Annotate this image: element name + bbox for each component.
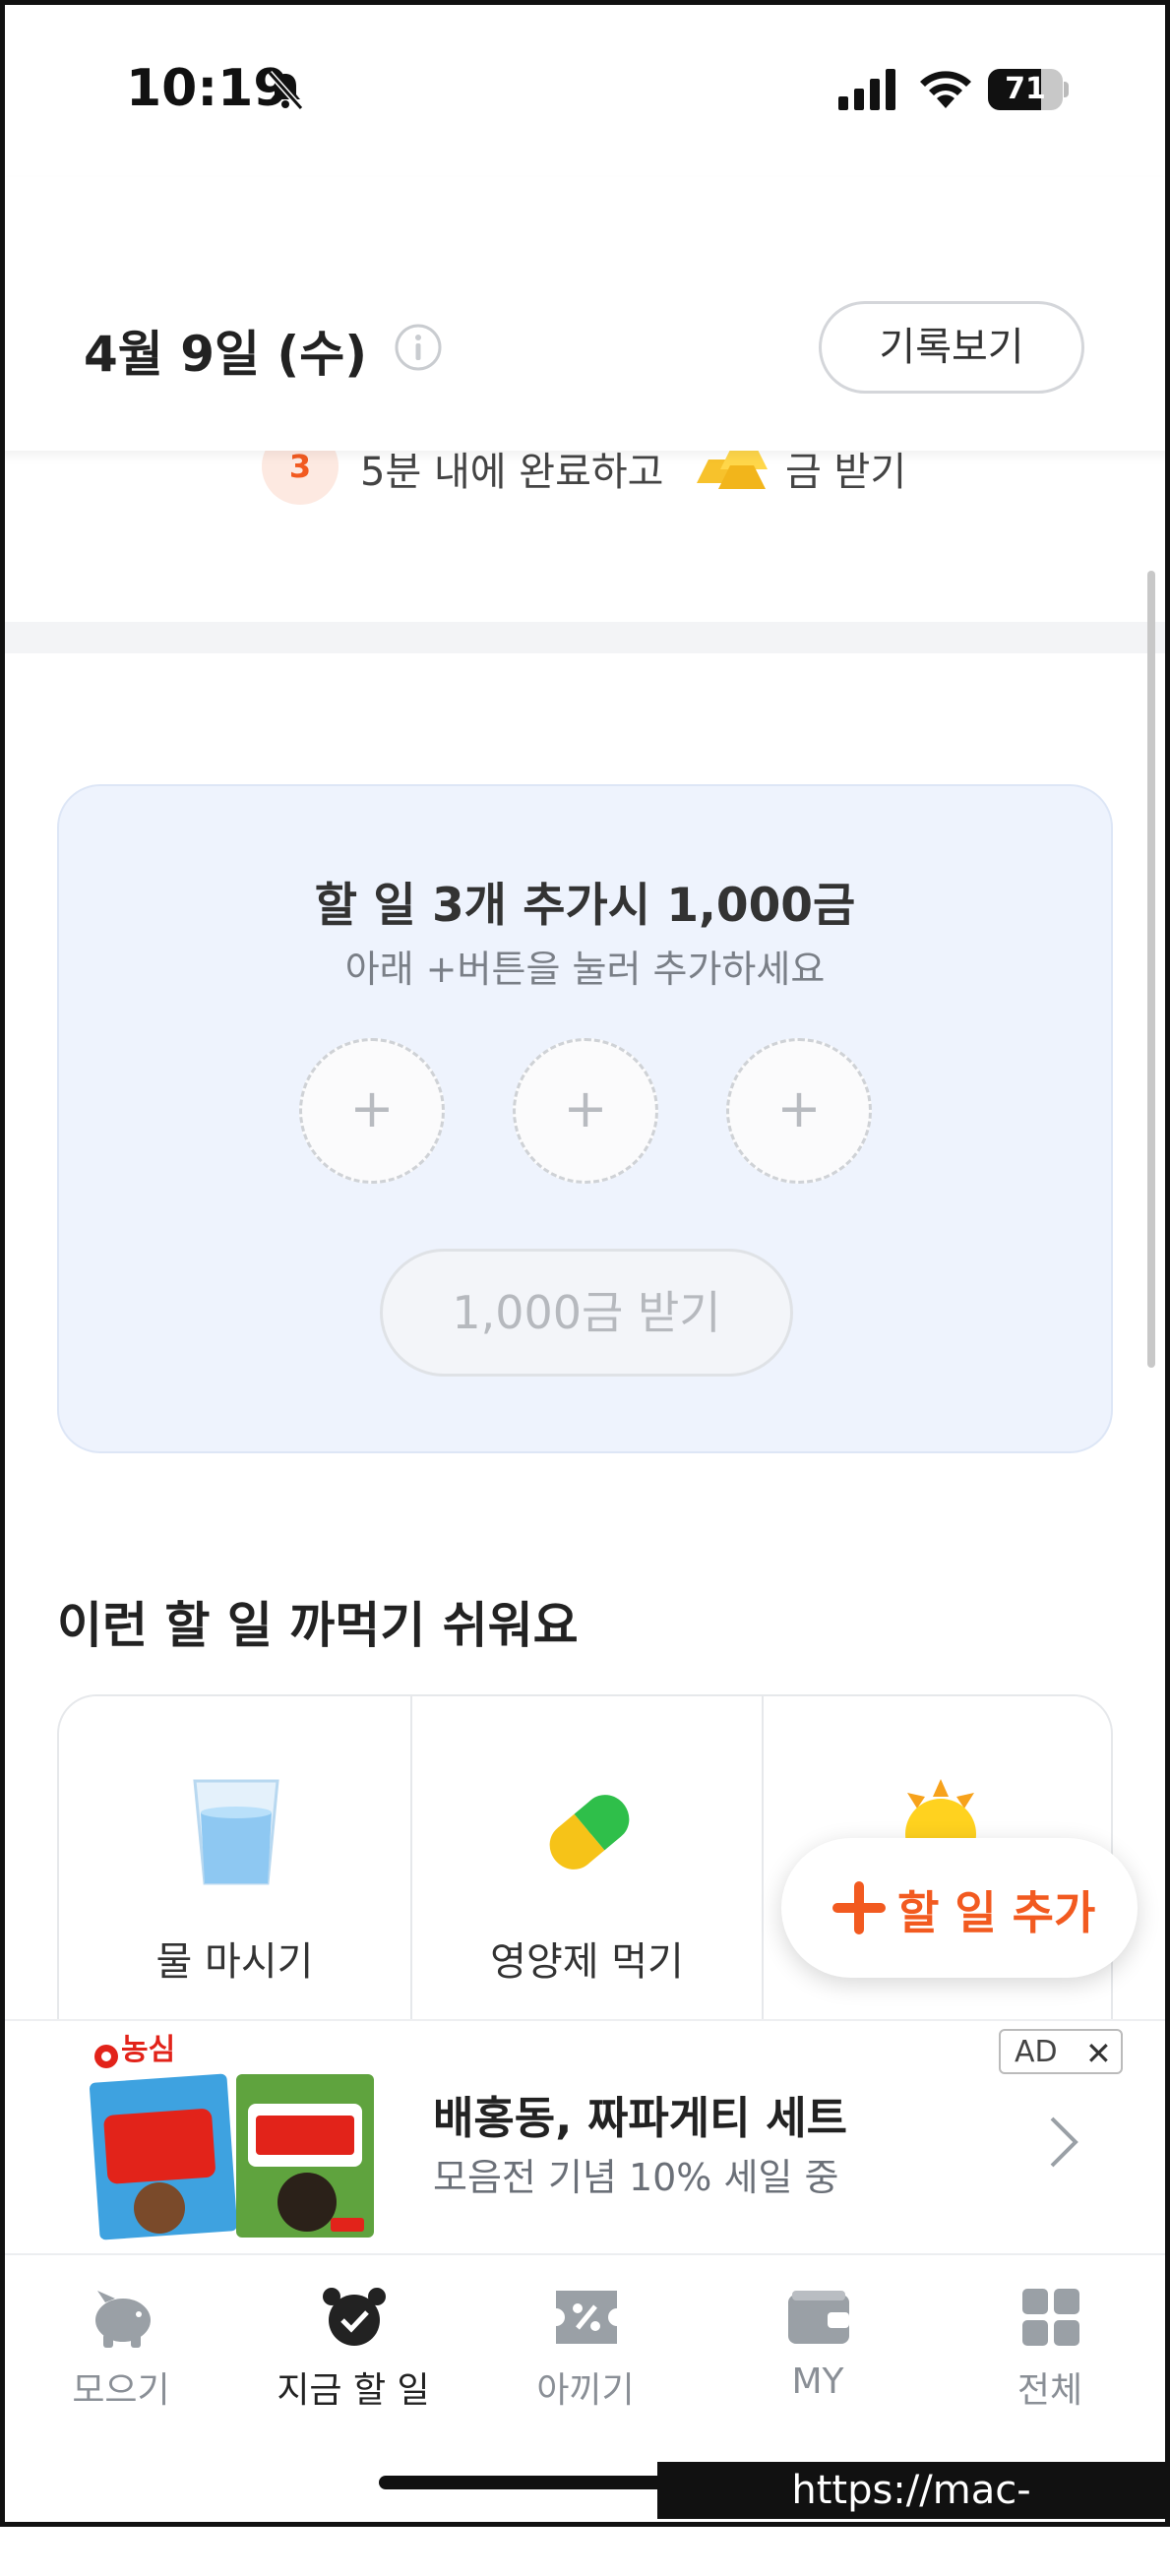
info-icon[interactable] [394,323,443,372]
battery-icon: 71 [988,69,1069,110]
chevron-right-icon[interactable] [1046,2115,1081,2170]
water-glass-icon [193,1779,279,1885]
add-todo-fab[interactable]: 할 일 추가 [781,1838,1138,1978]
page-header: 4월 9일 (수) 기록보기 [0,177,1170,451]
coupon-percent-icon [556,2291,617,2344]
ad-title: 배홍동, 짜파게티 세트 [433,2092,848,2144]
task-item-supplement[interactable]: 영양제 먹기 [410,1696,762,2019]
task-label: 물 마시기 [155,1939,314,1985]
ad-label: AD [1015,2035,1058,2069]
battery-percent: 71 [1005,72,1046,106]
ad-subtitle: 모음전 기념 10% 세일 중 [433,2156,839,2199]
history-button[interactable]: 기록보기 [819,301,1084,394]
silent-bell-icon [267,71,304,110]
plus-icon [832,1881,886,1934]
card-title: 할 일 3개 추가시 1,000금 [314,879,856,933]
ad-close-button[interactable]: ✕ [1085,2035,1112,2072]
easy-tasks-title: 이런 할 일 까먹기 쉬워요 [57,1597,579,1654]
claim-reward-button[interactable]: 1,000금 받기 [380,1249,793,1377]
watermark: https://mac-os.tistory.com [657,2462,1165,2570]
wallet-icon [788,2291,849,2344]
nav-label: 지금 할 일 [277,2370,430,2411]
alarm-clock-icon [323,2288,386,2346]
add-todo-slot-3[interactable]: + [726,1038,872,1184]
fab-label: 할 일 추가 [897,1886,1096,1939]
todo-bonus-card: 할 일 3개 추가시 1,000금 아래 +버튼을 눌러 추가하세요 + + +… [57,784,1113,1453]
ad-banner[interactable]: 농심 배홍동, 짜파게티 세트 모음전 기념 10% 세일 중 AD ✕ [5,2019,1165,2255]
status-bar: 10:19 71 [0,0,1170,177]
section-divider [5,622,1165,653]
grid-menu-icon [1022,2289,1079,2346]
pill-capsule-icon [549,1795,630,1870]
nav-label: MY [791,2361,844,2402]
nav-item-todo-now[interactable]: 지금 할 일 [237,2255,469,2452]
nav-item-save[interactable]: 아끼기 [469,2255,702,2452]
scrollbar[interactable] [1147,571,1155,1368]
cellular-signal-icon [838,69,895,110]
ad-badge: AD ✕ [999,2029,1123,2074]
task-label: 영양제 먹기 [490,1939,684,1985]
nav-label: 모으기 [72,2370,170,2411]
nav-item-all[interactable]: 전체 [934,2255,1166,2452]
card-subtitle: 아래 +버튼을 눌러 추가하세요 [344,948,826,991]
page-date: 4월 9일 (수) [84,326,368,383]
nav-item-collect[interactable]: 모으기 [5,2255,237,2452]
nav-label: 아끼기 [536,2370,635,2411]
piggy-bank-icon [95,2291,151,2348]
step-text-before: 5분 내에 완료하고 [360,450,664,495]
nav-label: 전체 [1016,2370,1083,2411]
add-todo-slot-1[interactable]: + [299,1038,445,1184]
task-item-water[interactable]: 물 마시기 [59,1696,410,2019]
wifi-icon [920,71,971,108]
ad-brand-logo: 농심 [121,2033,176,2067]
nav-item-my[interactable]: MY [702,2255,934,2452]
add-todo-slot-2[interactable]: + [513,1038,658,1184]
